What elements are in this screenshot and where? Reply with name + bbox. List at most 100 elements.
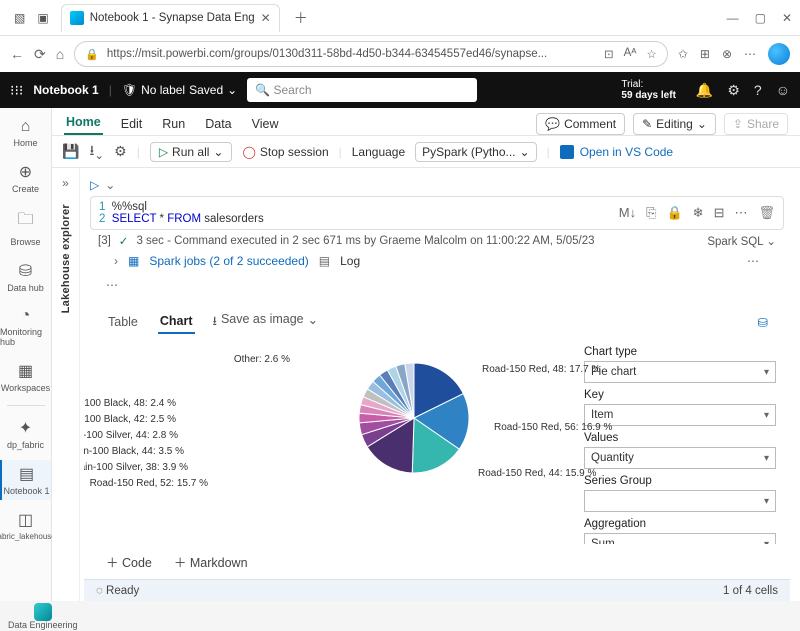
add-markdown-cell[interactable]: ＋ Markdown: [174, 552, 248, 571]
close-icon[interactable]: ✕: [261, 11, 271, 25]
home-icon: ⌂: [21, 118, 31, 136]
trash-icon[interactable]: 🗑: [758, 205, 775, 221]
nav-workspace-item[interactable]: ✦dp_fabric: [0, 414, 51, 454]
share-icon: ⇪: [733, 117, 743, 131]
data-wrangler-icon[interactable]: ⛁: [758, 315, 768, 330]
extensions-icon[interactable]: ⊗: [722, 47, 732, 61]
lakehouse-icon: ◫: [18, 510, 33, 530]
feedback-icon[interactable]: ☺: [776, 82, 790, 99]
run-all-button[interactable]: ▷Run all⌄: [150, 142, 233, 162]
aggregation-select[interactable]: Sum▾: [584, 533, 776, 544]
bing-icon[interactable]: [768, 43, 790, 65]
key-select[interactable]: Item▾: [584, 404, 776, 426]
lock-icon[interactable]: 🔒: [666, 205, 682, 221]
app-launcher-icon[interactable]: ⁝⁝⁝: [10, 82, 23, 99]
language-select[interactable]: PySpark (Pytho...⌄: [415, 142, 536, 162]
add-code-cell[interactable]: ＋ Code: [106, 552, 152, 571]
minimize-icon[interactable]: —: [727, 11, 739, 25]
stop-session-button[interactable]: ◯Stop session: [242, 145, 328, 159]
favorites-icon[interactable]: ✩: [678, 47, 688, 61]
nav-datahub[interactable]: ⛁Data hub: [0, 257, 51, 297]
spark-jobs-link[interactable]: Spark jobs (2 of 2 succeeded): [149, 254, 308, 268]
pie-label: Mountain-100 Black, 44: 3.5 %: [84, 446, 184, 457]
refresh-button[interactable]: ⟳: [34, 46, 46, 63]
more-icon[interactable]: ⋯: [84, 270, 790, 300]
menu-home[interactable]: Home: [64, 111, 103, 135]
vis-tab-table[interactable]: Table: [106, 311, 140, 333]
reader-icon[interactable]: ⊡: [604, 47, 614, 61]
more-icon[interactable]: ⋯: [744, 47, 756, 61]
divider: |: [109, 83, 112, 97]
menu-data[interactable]: Data: [203, 113, 233, 135]
text-size-icon[interactable]: Aᴬ: [624, 47, 637, 61]
chevron-down-icon: ▾: [764, 496, 769, 507]
status-ready: Ready: [106, 585, 139, 597]
expand-spark-icon[interactable]: ›: [114, 254, 118, 268]
new-tab-button[interactable]: ＋: [288, 8, 314, 28]
help-icon[interactable]: ?: [754, 82, 762, 99]
experience-switcher[interactable]: Data Engineering: [8, 603, 78, 630]
open-vscode-button[interactable]: Open in VS Code: [560, 145, 673, 159]
pie-label: Road-150 Red, 48: 17.7 %: [482, 364, 600, 375]
menu-edit[interactable]: Edit: [119, 113, 145, 135]
nav-create[interactable]: ⊕Create: [0, 158, 51, 198]
chevron-down-icon: ▾: [764, 367, 769, 378]
save-as-image-button[interactable]: ⭳Save as image⌄: [213, 312, 319, 333]
nav-home[interactable]: ⌂Home: [0, 114, 51, 152]
sensitivity-label[interactable]: 🛡 No labelSaved ⌄: [122, 83, 237, 97]
status-spinner-icon: ◌: [96, 585, 103, 597]
vscode-icon: [560, 145, 574, 159]
nav-lakehouse[interactable]: ◫fabric_lakehouse: [0, 506, 51, 545]
more-icon[interactable]: ⋯: [734, 205, 748, 221]
pie-label: Mountain-100 Black, 42: 2.5 %: [84, 414, 176, 425]
address-bar[interactable]: 🔒 https://msit.powerbi.com/groups/0130d3…: [74, 41, 668, 67]
notebook-name[interactable]: Notebook 1: [33, 83, 98, 97]
values-select[interactable]: Quantity▾: [584, 447, 776, 469]
back-button[interactable]: ←: [10, 46, 24, 62]
chart-type-select[interactable]: Pie chart▾: [584, 361, 776, 383]
code-cell[interactable]: 1 %%sql 2 SELECT * FROM salesorders M↓ ⎘…: [90, 196, 784, 230]
collapse-icon[interactable]: ⊟: [714, 205, 725, 221]
log-link[interactable]: Log: [340, 254, 360, 268]
maximize-icon[interactable]: ▢: [755, 11, 766, 25]
chevron-down-icon: ⌄: [520, 145, 530, 159]
lock-icon: 🔒: [85, 48, 99, 61]
nav-browse[interactable]: 🗀Browse: [0, 204, 51, 251]
workspace-icon: ▦: [18, 361, 33, 381]
vis-tab-chart[interactable]: Chart: [158, 310, 195, 334]
bell-icon[interactable]: 🔔: [696, 82, 713, 99]
more-icon[interactable]: ⋯: [747, 254, 760, 268]
nav-notebook[interactable]: ▤Notebook 1: [0, 460, 51, 500]
chevron-down-icon[interactable]: ⌄: [105, 178, 115, 192]
editing-mode-button[interactable]: ✎Editing⌄: [633, 113, 716, 135]
tabs-icon[interactable]: ▣: [37, 11, 48, 25]
expand-explorer-icon[interactable]: »: [62, 176, 69, 190]
star-icon[interactable]: ☆: [647, 47, 657, 61]
comment-icon: 💬: [545, 117, 560, 131]
freeze-icon[interactable]: ❄: [693, 205, 704, 221]
download-icon[interactable]: ⭳⌄: [89, 140, 104, 164]
nav-workspaces[interactable]: ▦Workspaces: [0, 357, 51, 397]
save-icon[interactable]: 💾: [62, 143, 79, 160]
cell-language-badge[interactable]: Spark SQL ⌄: [707, 234, 776, 248]
series-group-select[interactable]: ▾: [584, 490, 776, 512]
nav-monitoring[interactable]: ◔Monitoring hub: [0, 303, 51, 351]
menu-view[interactable]: View: [250, 113, 281, 135]
browser-tab[interactable]: Notebook 1 - Synapse Data Eng ✕: [61, 4, 280, 32]
comment-button[interactable]: 💬Comment: [536, 113, 625, 135]
close-window-icon[interactable]: ✕: [782, 11, 792, 25]
shield-icon: 🛡: [122, 83, 137, 97]
share-button[interactable]: ⇪Share: [724, 113, 788, 135]
plus-circle-icon: ⊕: [19, 162, 32, 182]
chevron-down-icon: ⌄: [308, 312, 318, 333]
markdown-toggle-icon[interactable]: M↓: [619, 205, 636, 221]
search-input[interactable]: 🔍 Search: [247, 78, 477, 102]
collections-icon[interactable]: ⊞: [700, 47, 710, 61]
run-cell-button[interactable]: ▷: [90, 178, 99, 192]
copy-icon[interactable]: ⎘: [646, 205, 656, 221]
menu-run[interactable]: Run: [160, 113, 187, 135]
gear-icon[interactable]: ⚙: [727, 82, 740, 99]
home-button[interactable]: ⌂: [56, 46, 64, 62]
settings-icon[interactable]: ⚙: [114, 143, 127, 160]
lakehouse-explorer-label[interactable]: Lakehouse explorer: [60, 204, 72, 313]
